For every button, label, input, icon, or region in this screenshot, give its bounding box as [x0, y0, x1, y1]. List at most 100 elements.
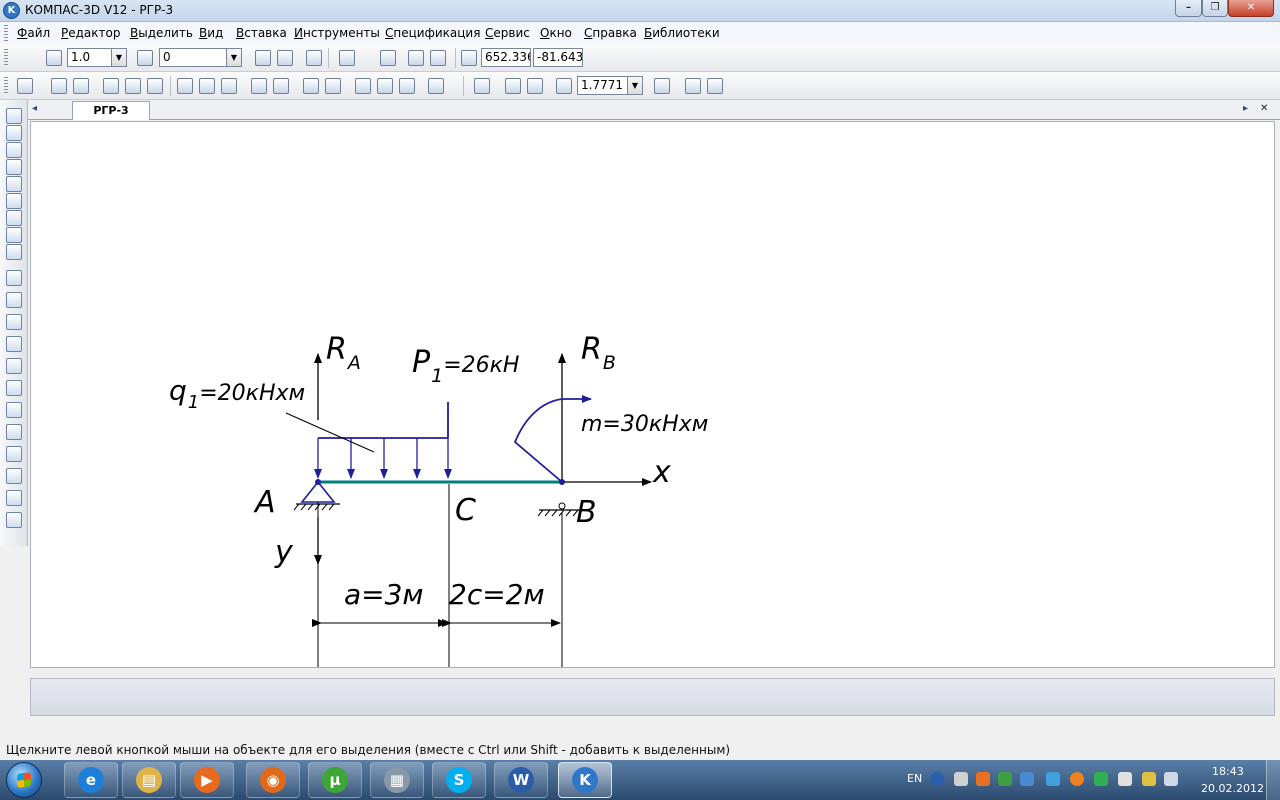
refresh-icon[interactable]: [685, 78, 701, 94]
volume-icon[interactable]: [1164, 772, 1178, 786]
measurements-icon[interactable]: [6, 210, 22, 226]
power-icon[interactable]: [1142, 772, 1156, 786]
language-indicator[interactable]: EN: [907, 772, 922, 785]
network-status-icon[interactable]: [1118, 772, 1132, 786]
chevron-down-icon[interactable]: ▼: [226, 49, 241, 66]
geometry-icon[interactable]: [6, 108, 22, 124]
orthogonal-icon[interactable]: [306, 50, 322, 66]
tab-rgr-3[interactable]: РГР-3: [72, 101, 150, 120]
ortho-mode-icon[interactable]: [408, 50, 424, 66]
save-icon[interactable]: [73, 78, 89, 94]
monitor-icon[interactable]: [1020, 772, 1034, 786]
chevron-down-icon[interactable]: ▼: [627, 77, 642, 94]
taskbar-app[interactable]: µ: [308, 762, 362, 798]
polygon-icon[interactable]: [6, 424, 22, 440]
taskbar-app-active[interactable]: K: [558, 762, 612, 798]
point-icon[interactable]: [6, 270, 22, 286]
preview-icon[interactable]: [125, 78, 141, 94]
menu-view[interactable]: Вид: [199, 26, 223, 40]
menu-help[interactable]: Справка: [584, 26, 637, 40]
zoom-window-icon[interactable]: [474, 78, 490, 94]
coord-y-field[interactable]: -81.643: [533, 48, 583, 67]
zoom-combo[interactable]: 1.7771 ▼: [577, 76, 643, 95]
export-icon[interactable]: [147, 78, 163, 94]
chamfer-icon[interactable]: [6, 468, 22, 484]
variables-icon[interactable]: [399, 78, 415, 94]
taskbar-app[interactable]: ◉: [246, 762, 300, 798]
kompas-app-icon[interactable]: K: [3, 2, 20, 19]
menu-file[interactable]: Файл: [17, 26, 50, 40]
undo-icon[interactable]: [303, 78, 319, 94]
menu-editor[interactable]: Редактор: [61, 26, 120, 40]
designations-icon[interactable]: [6, 142, 22, 158]
properties-icon[interactable]: [251, 78, 267, 94]
flag-icon[interactable]: [976, 772, 990, 786]
tab-scroll-left-icon[interactable]: ◂: [32, 103, 37, 114]
step-cursor-icon[interactable]: [46, 50, 62, 66]
close-button[interactable]: ✕: [1228, 0, 1274, 17]
print-icon[interactable]: [103, 78, 119, 94]
local-cs-icon[interactable]: [380, 50, 396, 66]
menu-select[interactable]: Выделить: [130, 26, 193, 40]
layer-combo[interactable]: 0 ▼: [159, 48, 242, 67]
tab-scroll-right-icon[interactable]: ▸: [1243, 103, 1248, 114]
layer-icon[interactable]: [137, 50, 153, 66]
manager-icon[interactable]: [355, 78, 371, 94]
taskbar-app[interactable]: ▶: [180, 762, 234, 798]
restore-button[interactable]: ❐: [1202, 0, 1228, 17]
menu-libraries[interactable]: Библиотеки: [644, 26, 720, 40]
specification-icon[interactable]: [6, 244, 22, 260]
taskbar-app[interactable]: ▦: [370, 762, 424, 798]
macro-icon[interactable]: [6, 512, 22, 528]
node-a[interactable]: [315, 479, 321, 485]
paste-icon[interactable]: [221, 78, 237, 94]
rectangle-icon[interactable]: [6, 402, 22, 418]
taskbar-app[interactable]: S: [432, 762, 486, 798]
tray-app-icon[interactable]: [1094, 772, 1108, 786]
help-icon[interactable]: [930, 772, 944, 786]
editing-icon[interactable]: [6, 176, 22, 192]
dimensions-icon[interactable]: [6, 125, 22, 141]
clock-date[interactable]: 20.02.2012: [1201, 782, 1264, 795]
node-b[interactable]: [559, 479, 565, 485]
properties-panel[interactable]: [30, 678, 1275, 716]
menubar-grip[interactable]: [4, 25, 8, 41]
redo-icon[interactable]: [325, 78, 341, 94]
zoom-out-icon[interactable]: [527, 78, 543, 94]
drawing-canvas[interactable]: RA P1=26кН RB q1=20кНхм m=30кНхм A C B x…: [30, 121, 1275, 668]
copy-icon[interactable]: [199, 78, 215, 94]
keyboard-icon[interactable]: [954, 772, 968, 786]
taskbar-app[interactable]: W: [494, 762, 548, 798]
cloud-icon[interactable]: [1046, 772, 1060, 786]
new-document-icon[interactable]: [17, 78, 33, 94]
arc-icon[interactable]: [6, 358, 22, 374]
show-desktop-button[interactable]: [1266, 760, 1280, 800]
menu-tools[interactable]: Инструменты: [294, 26, 380, 40]
coord-x-field[interactable]: 652.336: [481, 48, 531, 67]
menu-window[interactable]: Окно: [540, 26, 572, 40]
hatching-icon[interactable]: [6, 159, 22, 175]
grid-icon[interactable]: [339, 50, 355, 66]
help-pointer-icon[interactable]: [428, 78, 444, 94]
chevron-down-icon[interactable]: ▼: [111, 49, 126, 66]
avast-icon[interactable]: [1070, 772, 1084, 786]
taskbar-app[interactable]: ▤: [122, 762, 176, 798]
cut-icon[interactable]: [177, 78, 193, 94]
start-button[interactable]: [6, 762, 42, 798]
ellipse-icon[interactable]: [6, 380, 22, 396]
minimize-button[interactable]: –: [1175, 0, 1202, 17]
taskbar-app[interactable]: e: [64, 762, 118, 798]
step-combo[interactable]: 1.0 ▼: [67, 48, 127, 67]
tab-close-icon[interactable]: ✕: [1260, 103, 1268, 114]
network-icon[interactable]: [998, 772, 1012, 786]
color-icon[interactable]: [277, 50, 293, 66]
clock-time[interactable]: 18:43: [1212, 765, 1244, 778]
menu-insert[interactable]: Вставка: [236, 26, 287, 40]
segment-icon[interactable]: [6, 314, 22, 330]
redraw-icon[interactable]: [707, 78, 723, 94]
open-icon[interactable]: [51, 78, 67, 94]
zoom-scale-icon[interactable]: [556, 78, 572, 94]
menu-service[interactable]: Сервис: [485, 26, 530, 40]
list-icon[interactable]: [273, 78, 289, 94]
selection-icon[interactable]: [6, 227, 22, 243]
